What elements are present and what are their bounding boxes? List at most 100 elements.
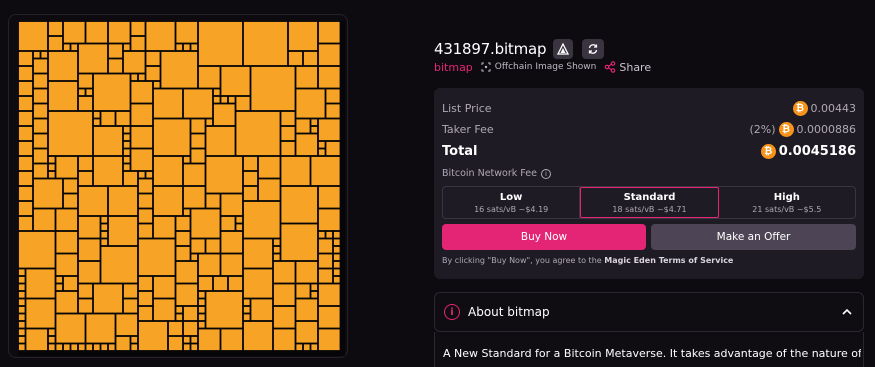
bitmap-block [33, 89, 48, 103]
bitmap-block [333, 269, 340, 276]
bitmap-block [18, 51, 33, 66]
bitmap-block [48, 164, 55, 171]
list-price-row: List Price ₿ 0.00443 [442, 101, 856, 116]
bitmap-block [191, 209, 220, 238]
bitmap-block [198, 299, 205, 306]
bitmap-block [33, 149, 48, 163]
bitmap-block [183, 344, 190, 351]
collection-link[interactable]: bitmap [434, 61, 473, 74]
bitmap-block [176, 261, 198, 283]
bitmap-block [18, 276, 25, 283]
bitmap-block [33, 209, 55, 231]
buy-now-button[interactable]: Buy Now [442, 224, 646, 250]
bitmap-block [18, 141, 33, 156]
bitmap-block [153, 156, 183, 186]
bitmap-block [153, 119, 190, 156]
bitmap-block [18, 306, 25, 313]
bitmap-block [326, 89, 340, 103]
bitmap-block [213, 104, 235, 126]
bitmap-block [176, 216, 190, 231]
bitmap-block [281, 111, 295, 126]
bitmap-block [18, 231, 55, 268]
bitmap-block [18, 201, 33, 216]
about-body: A New Standard for a Bitcoin Metaverse. … [434, 332, 864, 367]
bitmap-block [296, 299, 318, 321]
nft-image[interactable] [18, 21, 345, 356]
bitmap-block [311, 291, 318, 298]
bitmap-block [273, 246, 280, 253]
bitmap-block [63, 344, 70, 351]
bitmap-block [18, 156, 33, 171]
bitmap-block [206, 126, 235, 156]
bitmap-block [123, 299, 138, 313]
bitmap-block [108, 216, 138, 246]
refresh-icon[interactable] [582, 39, 605, 59]
bitmap-block [26, 329, 48, 351]
make-offer-button[interactable]: Make an Offer [651, 224, 856, 250]
bitmap-block [198, 276, 213, 291]
bitmap-block [153, 216, 175, 238]
taker-fee-pct: (2%) [749, 123, 776, 136]
bitmap-block [243, 156, 258, 171]
bitmap-block [191, 149, 205, 163]
bitmap-block [86, 314, 115, 343]
provenance-icon[interactable] [553, 39, 574, 59]
bitmap-block [333, 276, 340, 283]
bitmap-block [56, 291, 78, 313]
bitmap-block [318, 44, 340, 66]
terms-text: By clicking "Buy Now", you agree to the … [442, 256, 733, 265]
total-row: Total ₿ 0.0045186 [442, 144, 856, 159]
bitmap-block [288, 21, 318, 51]
bitmap-block [183, 186, 205, 208]
bitmap-block [198, 291, 205, 298]
bitmap-block [191, 119, 205, 133]
bitmap-block [48, 344, 55, 351]
bitmap-block [78, 89, 85, 96]
taker-fee-row: Taker Fee (2%) ₿ 0.0000886 [442, 122, 856, 137]
bitmap-block [311, 126, 318, 133]
bitmap-block [78, 299, 93, 313]
bitmap-block [86, 21, 108, 43]
taker-fee-amount: 0.0000886 [796, 123, 857, 136]
bitmap-block [228, 96, 235, 103]
bitmap-block [243, 321, 273, 351]
bitmap-block [221, 96, 228, 103]
fee-option-standard[interactable]: Standard 18 sats/vB ~$4.71 [580, 187, 719, 218]
bitmap-block [326, 141, 340, 156]
fee-option-low[interactable]: Low 16 sats/vB ~$4.19 [443, 187, 581, 218]
bitmap-block [56, 156, 78, 178]
bitmap-block [93, 74, 130, 111]
terms-link[interactable]: Magic Eden Terms of Service [604, 256, 733, 265]
bitmap-block [93, 156, 123, 186]
fee-option-high[interactable]: High 21 sats/vB ~$5.5 [719, 187, 855, 218]
bitmap-block [86, 89, 93, 96]
bitmap-block [183, 44, 190, 51]
bitmap-block [63, 21, 85, 43]
total-value: ₿ 0.0045186 [760, 144, 856, 159]
bitmap-block [48, 111, 93, 156]
share-button[interactable]: Share [604, 61, 651, 74]
bitmap-block [78, 239, 100, 261]
bitmap-block [296, 344, 303, 351]
bitmap-block [273, 239, 280, 246]
bitmap-block [63, 194, 78, 208]
offchain-label: Offchain Image Shown [494, 62, 597, 72]
fee-option-detail: 16 sats/vB ~$4.19 [474, 204, 549, 214]
bitmap-block [48, 329, 55, 336]
bitmap-block [108, 21, 130, 43]
bitmap-block [78, 284, 93, 298]
bitmap-block [78, 261, 100, 283]
chevron-up-icon[interactable] [841, 306, 853, 318]
about-header[interactable]: i About bitmap [434, 292, 864, 332]
bitmap-block [236, 224, 243, 231]
bitmap-block [18, 291, 25, 298]
bitmap-block [138, 321, 168, 351]
bitmap-block [236, 111, 280, 156]
bitmap-block [146, 21, 175, 51]
info-icon[interactable]: i [540, 168, 551, 179]
bitmap-block [281, 156, 310, 186]
bitmap-block [251, 299, 273, 321]
bitmap-block [273, 261, 295, 283]
bitmap-block [123, 171, 138, 186]
bitmap-block [296, 321, 318, 343]
